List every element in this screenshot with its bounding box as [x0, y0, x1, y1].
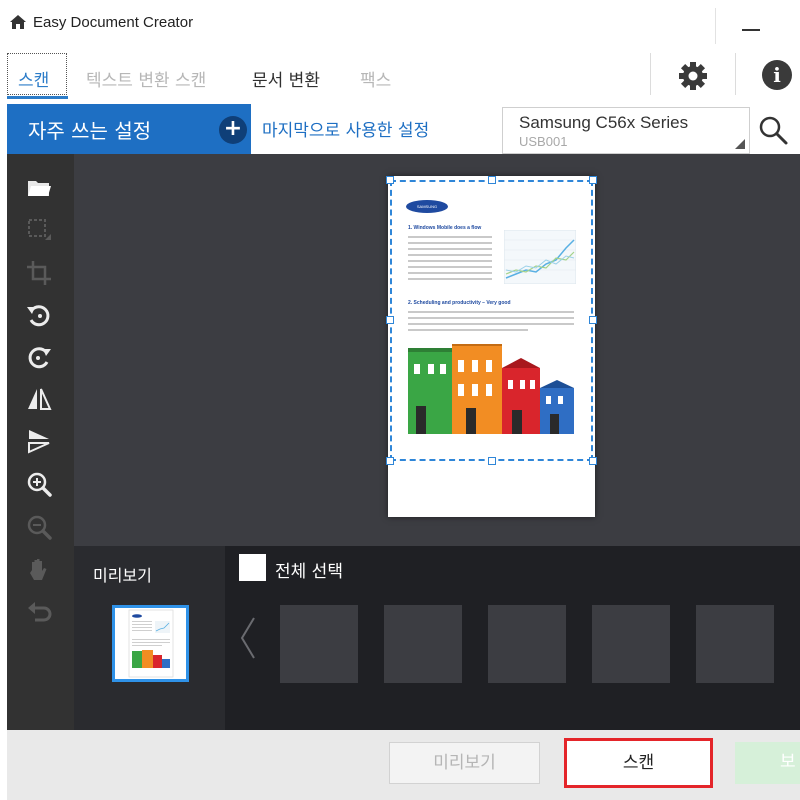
zoom-out-icon[interactable]	[25, 513, 53, 541]
divider	[650, 53, 651, 95]
resize-handle[interactable]	[386, 316, 394, 324]
minimize-button[interactable]	[715, 8, 777, 44]
preview-panel: 미리보기	[74, 546, 225, 730]
select-all-checkbox[interactable]	[239, 554, 266, 581]
page-slot[interactable]	[592, 605, 670, 683]
crop-icon[interactable]	[25, 259, 53, 287]
scanned-pages-gallery: 전체 선택	[225, 546, 800, 730]
main-tabs: 스캔 텍스트 변환 스캔 문서 변환 팩스 i	[0, 48, 800, 104]
resize-handle[interactable]	[488, 176, 496, 184]
preview-label: 미리보기	[93, 566, 152, 585]
left-toolbar	[7, 154, 74, 730]
select-area-icon[interactable]	[25, 216, 53, 244]
scan-area-selection[interactable]	[390, 180, 593, 461]
resize-handle[interactable]	[589, 176, 597, 184]
settings-row: 자주 쓰는 설정 + 마지막으로 사용한 설정 Samsung C56x Ser…	[0, 104, 800, 154]
dropdown-corner-icon	[735, 139, 745, 149]
divider	[735, 53, 736, 95]
home-icon[interactable]	[9, 14, 27, 30]
zoom-in-icon[interactable]	[25, 470, 53, 498]
rotate-left-icon[interactable]	[25, 301, 53, 329]
resize-handle[interactable]	[386, 176, 394, 184]
save-button[interactable]: 보	[735, 742, 800, 784]
hand-pan-icon[interactable]	[25, 556, 53, 584]
select-all-label: 전체 선택	[275, 562, 343, 582]
device-port: USB001	[519, 134, 568, 149]
thumbnail-image	[115, 608, 186, 679]
tab-ocr-scan[interactable]: 텍스트 변환 스캔	[86, 66, 206, 91]
add-setting-button[interactable]: +	[219, 116, 247, 144]
flip-vertical-icon[interactable]	[25, 427, 53, 455]
resize-handle[interactable]	[589, 457, 597, 465]
resize-handle[interactable]	[386, 457, 394, 465]
resize-handle[interactable]	[589, 316, 597, 324]
scan-preview-area: SAMSUNG 1. Windows Mobile does a flow 2.…	[74, 154, 800, 546]
page-slot[interactable]	[696, 605, 774, 683]
chevron-left-icon[interactable]	[238, 616, 258, 660]
rotate-right-icon[interactable]	[25, 343, 53, 371]
page-thumbnail[interactable]	[112, 605, 189, 682]
page-slot[interactable]	[384, 605, 462, 683]
folder-open-icon[interactable]	[25, 174, 53, 202]
tab-fax[interactable]: 팩스	[360, 66, 391, 91]
page-slot[interactable]	[488, 605, 566, 683]
tab-convert-document[interactable]: 문서 변환	[252, 66, 320, 91]
page-slot[interactable]	[280, 605, 358, 683]
scan-button[interactable]: 스캔	[564, 738, 713, 788]
device-select[interactable]: Samsung C56x Series USB001	[502, 107, 750, 154]
favorite-settings-label: 자주 쓰는 설정	[28, 119, 152, 143]
preview-button[interactable]: 미리보기	[389, 742, 540, 784]
bottom-action-bar: 미리보기 스캔 보	[7, 730, 800, 800]
gear-icon[interactable]	[677, 60, 709, 92]
undo-icon[interactable]	[25, 598, 53, 626]
window-title: Easy Document Creator	[33, 14, 194, 31]
device-name: Samsung C56x Series	[519, 113, 689, 132]
scanned-page: SAMSUNG 1. Windows Mobile does a flow 2.…	[386, 176, 597, 517]
favorite-settings-button[interactable]: 자주 쓰는 설정 +	[7, 104, 251, 154]
last-used-settings-link[interactable]: 마지막으로 사용한 설정	[262, 116, 429, 141]
info-icon[interactable]: i	[762, 60, 792, 90]
active-tab-indicator	[7, 96, 68, 99]
flip-horizontal-icon[interactable]	[25, 385, 53, 413]
tab-scan[interactable]: 스캔	[18, 66, 49, 91]
search-icon[interactable]	[757, 114, 789, 146]
title-bar: Easy Document Creator	[0, 0, 800, 48]
resize-handle[interactable]	[488, 457, 496, 465]
